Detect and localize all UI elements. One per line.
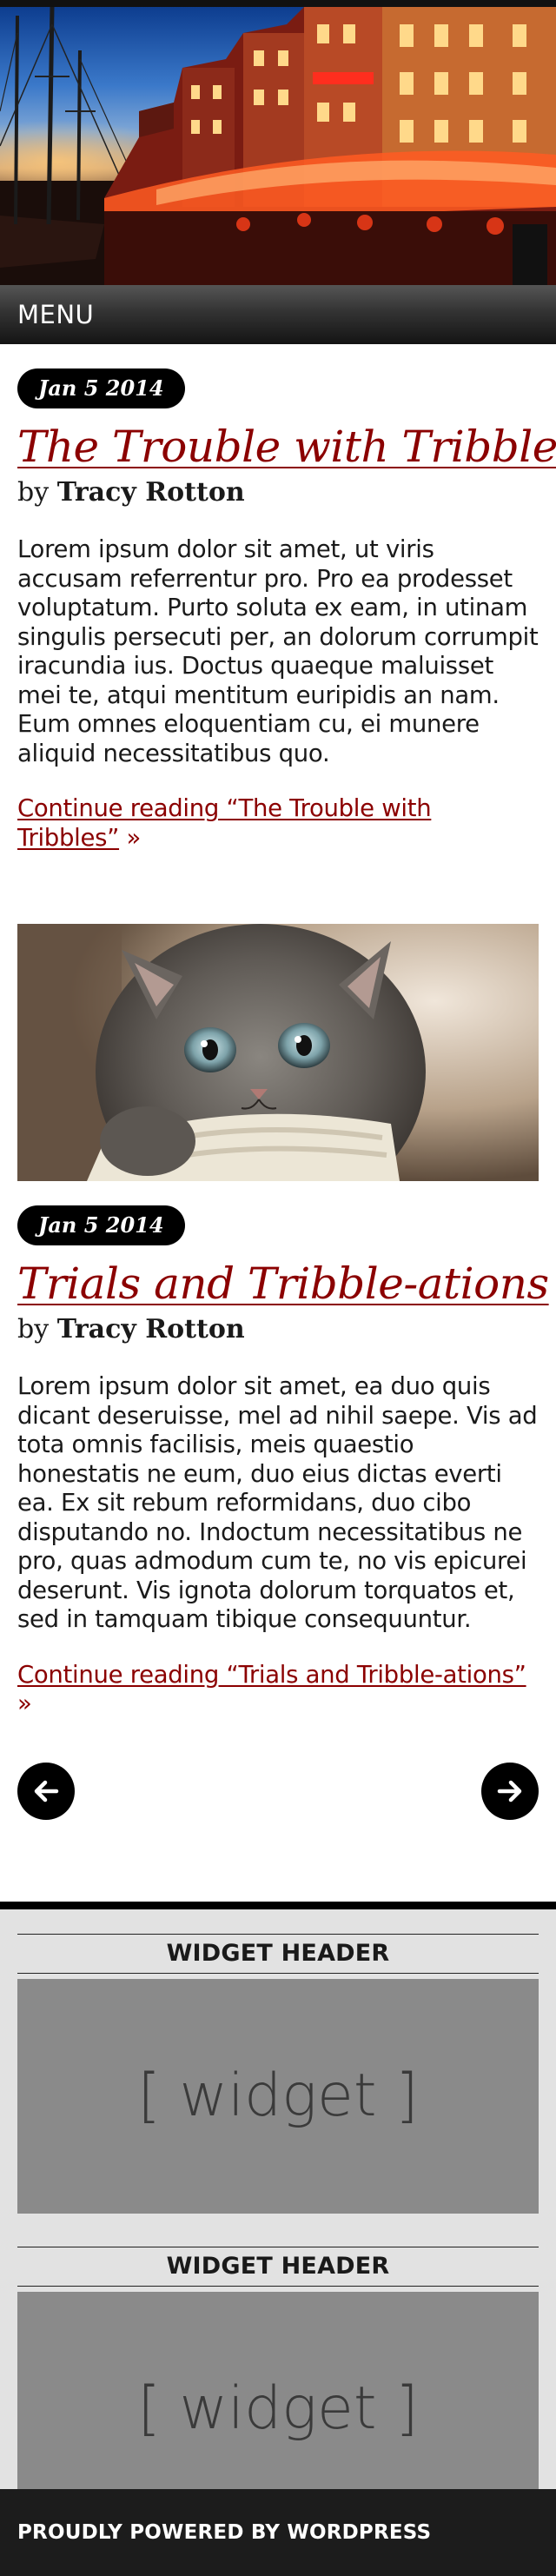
widget: WIDGET HEADER [ widget ] <box>17 1933 539 2214</box>
post-featured-image[interactable] <box>17 924 539 1181</box>
footer-credit-link[interactable]: PROUDLY POWERED BY WORDPRESS <box>17 2521 431 2544</box>
main-content: Jan 5 2014 The Trouble with Tribbles by … <box>0 344 556 1820</box>
pagination <box>17 1762 539 1820</box>
menu-button[interactable]: MENU <box>17 300 94 329</box>
continue-reading: Continue reading “Trials and Tribble-ati… <box>17 1661 539 1719</box>
kitten-photo <box>17 924 539 1181</box>
post-byline: by Tracy Rotton <box>17 476 539 509</box>
arrow-left-icon <box>34 1780 59 1802</box>
widget-header: WIDGET HEADER <box>17 1933 539 1974</box>
post-date-badge: Jan 5 2014 <box>17 1205 185 1245</box>
post-article: Jan 5 2014 Trials and Tribble-ations by … <box>17 1205 549 1719</box>
widget-header: WIDGET HEADER <box>17 2246 539 2287</box>
continue-reading-link[interactable]: Continue reading “The Trouble with Tribb… <box>17 794 432 852</box>
widget-placeholder: [ widget ] <box>17 1978 539 2214</box>
raquo-glyph: » <box>17 1690 32 1717</box>
post-excerpt: Lorem ipsum dolor sit amet, ea duo quis … <box>17 1372 538 1633</box>
raquo-glyph: » <box>126 823 142 852</box>
next-page-button[interactable] <box>481 1762 539 1820</box>
site-footer: PROUDLY POWERED BY WORDPRESS <box>0 2489 556 2576</box>
post-excerpt: Lorem ipsum dolor sit amet, ut viris acc… <box>17 535 539 767</box>
post-title-link[interactable]: Trials and Tribble-ations <box>17 1258 549 1310</box>
previous-page-button[interactable] <box>17 1762 75 1820</box>
post-author: Tracy Rotton <box>56 1314 245 1344</box>
header-banner-image <box>0 7 556 285</box>
post-title-link[interactable]: The Trouble with Tribbles <box>17 421 556 473</box>
post-date-badge: Jan 5 2014 <box>17 368 185 408</box>
byline-prefix: by <box>17 1314 50 1344</box>
arrow-right-icon <box>497 1780 522 1802</box>
top-border <box>0 0 556 7</box>
menu-bar: MENU <box>0 285 556 344</box>
harbor-buildings-illustration <box>104 7 556 285</box>
continue-reading-link[interactable]: Continue reading “Trials and Tribble-ati… <box>17 1661 526 1689</box>
widget-area: WIDGET HEADER [ widget ] WIDGET HEADER [… <box>0 1901 556 2551</box>
post-article: Jan 5 2014 The Trouble with Tribbles by … <box>17 344 556 853</box>
post-author: Tracy Rotton <box>56 477 245 508</box>
widget: WIDGET HEADER [ widget ] <box>17 2246 539 2526</box>
post-byline: by Tracy Rotton <box>17 1313 539 1346</box>
continue-reading: Continue reading “The Trouble with Tribb… <box>17 794 539 853</box>
byline-prefix: by <box>17 477 50 508</box>
